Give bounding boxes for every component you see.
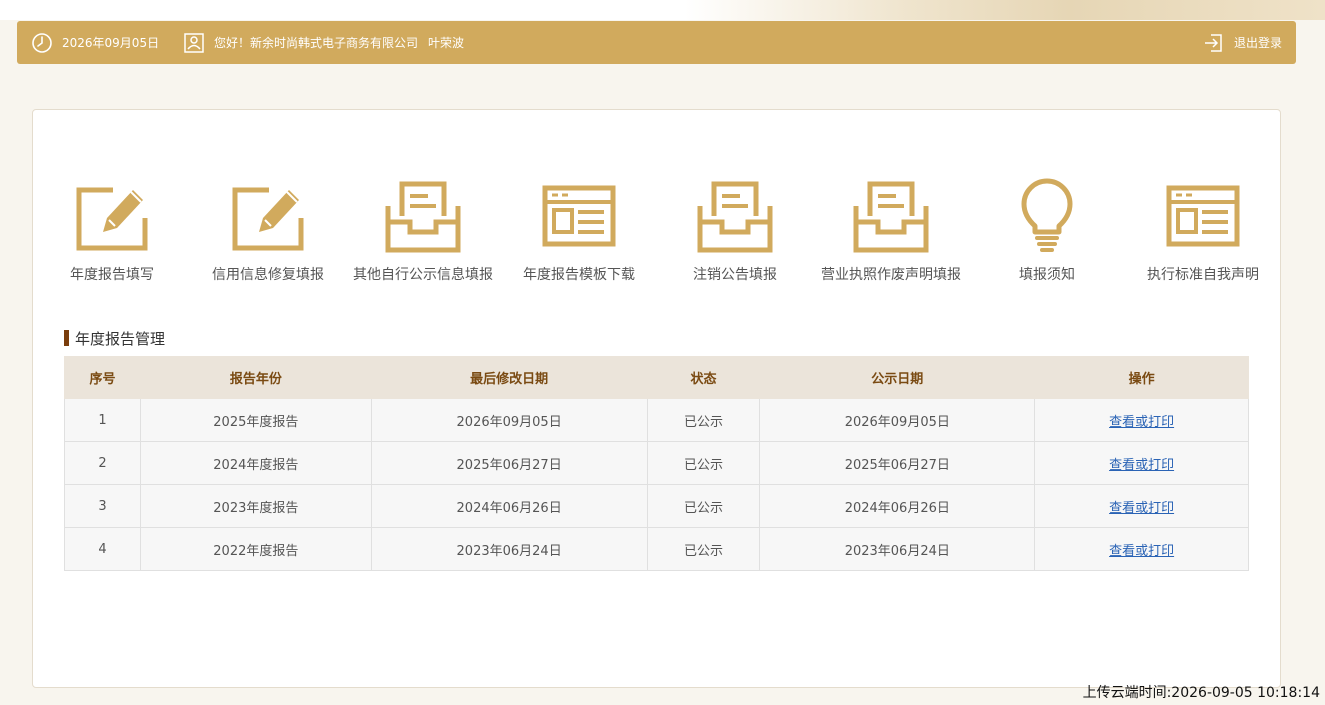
column-header: 最后修改日期 <box>370 356 648 399</box>
section-bar <box>64 330 69 346</box>
section-title: 年度报告管理 <box>64 328 165 348</box>
template-browser-icon <box>1166 185 1240 247</box>
cell-index: 1 <box>64 398 141 442</box>
cell-status: 已公示 <box>646 398 761 442</box>
cell-action: 查看或打印 <box>1034 398 1249 442</box>
tile-other-disclosure[interactable]: 其他自行公示信息填报 <box>345 170 501 300</box>
cell-modified-date: 2026年09月05日 <box>370 398 648 442</box>
top-decoration <box>685 0 1325 20</box>
cell-modified-date: 2023年06月24日 <box>370 527 648 571</box>
cell-publish-date: 2025年06月27日 <box>759 441 1036 485</box>
edit-form-icon <box>76 187 148 251</box>
user-name: 叶荣波 <box>428 36 465 50</box>
annual-report-table: 序号 报告年份 最后修改日期 状态 公示日期 操作 1 2025年度报告 202… <box>64 356 1249 571</box>
document-tray-icon <box>853 181 929 253</box>
cell-modified-date: 2025年06月27日 <box>370 441 648 485</box>
cell-index: 2 <box>64 441 141 485</box>
cell-publish-date: 2023年06月24日 <box>759 527 1036 571</box>
tile-label: 信用信息修复填报 <box>212 267 324 283</box>
tile-label: 执行标准自我声明 <box>1147 267 1259 283</box>
table-row: 4 2022年度报告 2023年06月24日 已公示 2023年06月24日 查… <box>64 527 1249 571</box>
tile-label: 年度报告模板下载 <box>523 267 635 283</box>
view-print-link[interactable]: 查看或打印 <box>1109 544 1174 559</box>
greeting-text: 您好！新余时尚韩式电子商务有限公司 <box>214 36 419 50</box>
cell-report-year: 2022年度报告 <box>139 527 372 571</box>
table-row: 1 2025年度报告 2026年09月05日 已公示 2026年09月05日 查… <box>64 398 1249 442</box>
cell-report-year: 2023年度报告 <box>139 484 372 528</box>
cell-index: 4 <box>64 527 141 571</box>
tile-standard-declaration[interactable]: 执行标准自我声明 <box>1125 170 1281 300</box>
top-strip <box>0 0 1325 20</box>
cell-status: 已公示 <box>646 527 761 571</box>
table-header-row: 序号 报告年份 最后修改日期 状态 公示日期 操作 <box>64 356 1249 399</box>
upload-time-label: 上传云端时间:2026-09-05 10:18:14 <box>1082 685 1320 701</box>
logout-button[interactable]: 退出登录 <box>1203 21 1282 64</box>
tile-template-download[interactable]: 年度报告模板下载 <box>501 170 657 300</box>
cell-modified-date: 2024年06月26日 <box>370 484 648 528</box>
cell-report-year: 2024年度报告 <box>139 441 372 485</box>
header-greeting: 您好！新余时尚韩式电子商务有限公司 叶荣波 <box>183 21 464 64</box>
tile-label: 填报须知 <box>1019 267 1075 283</box>
tile-label: 注销公告填报 <box>693 267 777 283</box>
cell-index: 3 <box>64 484 141 528</box>
header-bar: 2026年09月05日 您好！新余时尚韩式电子商务有限公司 叶荣波 退出登录 <box>17 21 1296 64</box>
cell-status: 已公示 <box>646 441 761 485</box>
document-tray-icon <box>385 181 461 253</box>
cell-publish-date: 2026年09月05日 <box>759 398 1036 442</box>
template-browser-icon <box>542 185 616 247</box>
column-header: 序号 <box>64 356 141 399</box>
document-tray-icon <box>697 181 773 253</box>
cell-action: 查看或打印 <box>1034 441 1249 485</box>
cell-publish-date: 2024年06月26日 <box>759 484 1036 528</box>
date-text: 2026年09月05日 <box>62 36 160 50</box>
section-title-text: 年度报告管理 <box>75 329 166 348</box>
clock-icon <box>32 32 52 53</box>
column-header: 状态 <box>646 356 761 399</box>
view-print-link[interactable]: 查看或打印 <box>1109 458 1174 473</box>
table-row: 2 2024年度报告 2025年06月27日 已公示 2025年06月27日 查… <box>64 441 1249 485</box>
tile-label: 营业执照作废声明填报 <box>821 267 961 283</box>
function-tiles: 年度报告填写 信用信息修复填报 其他自行公示信息填报 年度报告模板下载 注销公告… <box>33 170 1280 300</box>
tile-cancellation-notice[interactable]: 注销公告填报 <box>657 170 813 300</box>
tile-label: 其他自行公示信息填报 <box>353 267 493 283</box>
logout-icon <box>1204 33 1222 52</box>
column-header: 公示日期 <box>759 356 1036 399</box>
main-panel: 年度报告填写 信用信息修复填报 其他自行公示信息填报 年度报告模板下载 注销公告… <box>32 109 1281 688</box>
cell-status: 已公示 <box>646 484 761 528</box>
tile-annual-report-fill[interactable]: 年度报告填写 <box>34 170 190 300</box>
header-date: 2026年09月05日 <box>31 21 159 64</box>
cell-action: 查看或打印 <box>1034 484 1249 528</box>
lightbulb-icon <box>1021 178 1073 252</box>
view-print-link[interactable]: 查看或打印 <box>1109 501 1174 516</box>
cell-action: 查看或打印 <box>1034 527 1249 571</box>
tile-license-void[interactable]: 营业执照作废声明填报 <box>813 170 969 300</box>
edit-form-icon <box>232 187 304 251</box>
cell-report-year: 2025年度报告 <box>139 398 372 442</box>
user-badge-icon <box>184 32 204 53</box>
tile-label: 年度报告填写 <box>70 267 154 283</box>
tile-credit-repair[interactable]: 信用信息修复填报 <box>190 170 346 300</box>
table-row: 3 2023年度报告 2024年06月26日 已公示 2024年06月26日 查… <box>64 484 1249 528</box>
column-header: 报告年份 <box>139 356 372 399</box>
logout-label[interactable]: 退出登录 <box>1234 34 1282 51</box>
column-header: 操作 <box>1034 356 1249 399</box>
tile-filing-notes[interactable]: 填报须知 <box>969 170 1125 300</box>
view-print-link[interactable]: 查看或打印 <box>1109 415 1174 430</box>
